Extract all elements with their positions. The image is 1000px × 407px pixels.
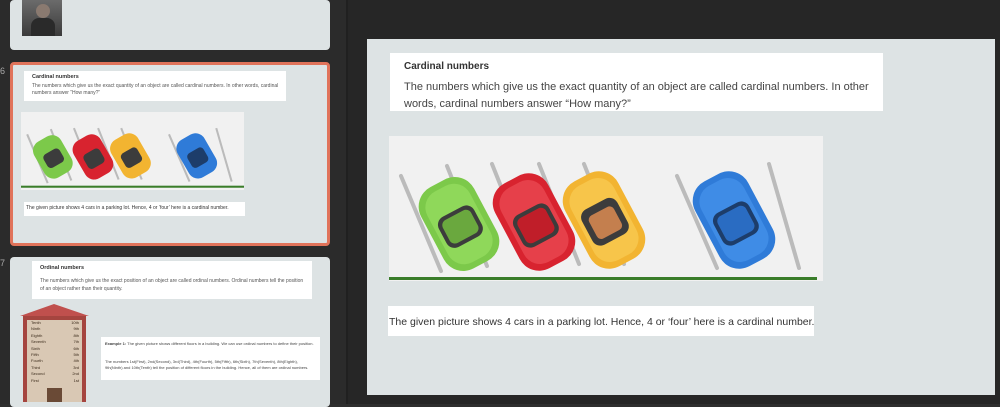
thumb-slide-title: Cardinal numbers bbox=[32, 74, 79, 80]
example-text: The given picture shows different floors… bbox=[127, 341, 314, 346]
slide-title: Cardinal numbers bbox=[404, 61, 490, 72]
main-slide-canvas[interactable]: Cardinal numbers The numbers which give … bbox=[367, 39, 995, 395]
ground-line bbox=[389, 277, 817, 280]
slide-body-text: The numbers which give us the exact quan… bbox=[404, 81, 869, 110]
thumb-caption: The given picture shows 4 cars in a park… bbox=[26, 205, 229, 211]
thumb7-example-card: Example 1: The given picture shows diffe… bbox=[101, 337, 320, 380]
slide-thumbnail-6[interactable]: Cardinal numbers The numbers which give … bbox=[10, 62, 330, 246]
building-illustration: Tenth 10th Ninth 9th Eighth 8th Seventh 7th … bbox=[17, 302, 92, 402]
photo-person-silhouette bbox=[36, 4, 50, 18]
parking-lot-illustration bbox=[389, 162, 817, 280]
photo-person-body bbox=[31, 18, 55, 36]
green-car bbox=[418, 177, 500, 271]
thumb7-text-card: Ordinal numbers The numbers which give u… bbox=[32, 261, 312, 299]
thumb-text-card: Cardinal numbers The numbers which give … bbox=[24, 71, 286, 101]
slide-number-6: 6 bbox=[0, 66, 6, 76]
thumb-slide-body: The numbers which give us the exact quan… bbox=[32, 83, 279, 96]
text-box-caption[interactable]: The given picture shows 4 cars in a park… bbox=[388, 306, 814, 336]
thumb-caption-card: The given picture shows 4 cars in a park… bbox=[24, 202, 245, 216]
floor-row: First 1st bbox=[31, 378, 79, 384]
text-box-definition[interactable]: Cardinal numbers The numbers which give … bbox=[390, 53, 883, 111]
parking-lot-image[interactable] bbox=[389, 136, 823, 281]
thumb-parking-image bbox=[21, 112, 244, 190]
yellow-car bbox=[562, 171, 646, 269]
thumb7-example-text2: The numbers 1st(First), 2nd(Second), 3rd… bbox=[105, 359, 309, 370]
floor-name: First bbox=[31, 377, 39, 383]
slide-panel: 6 Cardinal numbers The numbers which giv… bbox=[0, 0, 346, 407]
thumb-parking-lot-illustration bbox=[21, 127, 244, 188]
thumb7-slide-body: The numbers which give us the exact posi… bbox=[40, 278, 304, 292]
slide-editor: Cardinal numbers The numbers which give … bbox=[348, 0, 1000, 404]
floor-ordinal: 1st bbox=[73, 377, 79, 383]
blue-car bbox=[692, 171, 776, 269]
slide-caption: The given picture shows 4 cars in a park… bbox=[389, 316, 815, 328]
thumb7-example: Example 1: The given picture shows diffe… bbox=[105, 341, 315, 347]
slide-thumbnail-7[interactable]: Ordinal numbers The numbers which give u… bbox=[10, 257, 330, 407]
floor-labels: Tenth 10th Ninth 9th Eighth 8th Seventh 7th … bbox=[31, 320, 79, 384]
slide-thumbnail-5[interactable] bbox=[10, 0, 330, 50]
example-label: Example 1: bbox=[105, 341, 127, 346]
thumb7-slide-title: Ordinal numbers bbox=[40, 265, 85, 271]
slide-5-photo bbox=[22, 0, 62, 36]
slide-number-7: 7 bbox=[0, 258, 6, 268]
